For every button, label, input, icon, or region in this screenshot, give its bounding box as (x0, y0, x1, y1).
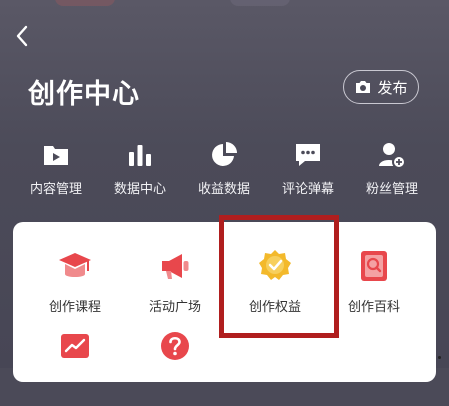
trend-chart-icon (55, 326, 95, 366)
status-bar-remnant (55, 0, 115, 6)
feature-help[interactable] (125, 326, 225, 406)
feature-trend[interactable] (25, 326, 125, 406)
tool-content-management[interactable]: 内容管理 (14, 140, 98, 202)
feature-label: 创作权益 (248, 300, 301, 315)
tool-label: 内容管理 (29, 182, 82, 197)
encyclopedia-icon (354, 246, 394, 286)
camera-icon (356, 81, 371, 93)
status-bar-remnant (230, 0, 290, 6)
comment-icon (293, 140, 323, 170)
tool-fans-management[interactable]: 粉丝管理 (350, 140, 434, 202)
medal-icon (255, 246, 295, 286)
back-button[interactable] (8, 22, 36, 50)
tool-label: 收益数据 (197, 182, 250, 197)
tool-earnings-data[interactable]: 收益数据 (182, 140, 266, 202)
publish-label: 发布 (377, 78, 408, 97)
chevron-left-icon (16, 25, 28, 47)
feature-label: 活动广场 (148, 300, 201, 315)
tool-data-center[interactable]: 数据中心 (98, 140, 182, 202)
feature-activity-plaza[interactable]: 活动广场 (125, 246, 225, 326)
graduation-cap-icon (55, 246, 95, 286)
tool-label: 数据中心 (113, 182, 166, 197)
pie-chart-icon (209, 140, 239, 170)
tools-row: 内容管理 数据中心 收益数据 评论弹幕 粉丝管理 (0, 140, 449, 202)
tool-label: 评论弹幕 (281, 182, 334, 197)
feature-creator-encyclopedia[interactable]: 创作百科 (324, 246, 424, 326)
tool-label: 粉丝管理 (365, 182, 418, 197)
help-icon (155, 326, 195, 366)
megaphone-icon (155, 246, 195, 286)
decorative-dot (438, 356, 441, 359)
publish-button[interactable]: 发布 (343, 70, 419, 104)
feature-label: 创作课程 (48, 300, 101, 315)
page-title: 创作中心 (28, 79, 140, 110)
feature-label: 创作百科 (347, 300, 400, 315)
feature-courses[interactable]: 创作课程 (25, 246, 125, 326)
feature-card: 创作课程 活动广场 创作权益 创作百科 (13, 222, 436, 382)
feature-creator-rights[interactable]: 创作权益 (225, 246, 325, 326)
tool-comments-danmaku[interactable]: 评论弹幕 (266, 140, 350, 202)
bar-chart-icon (125, 140, 155, 170)
user-add-icon (377, 140, 407, 170)
play-folder-icon (41, 140, 71, 170)
